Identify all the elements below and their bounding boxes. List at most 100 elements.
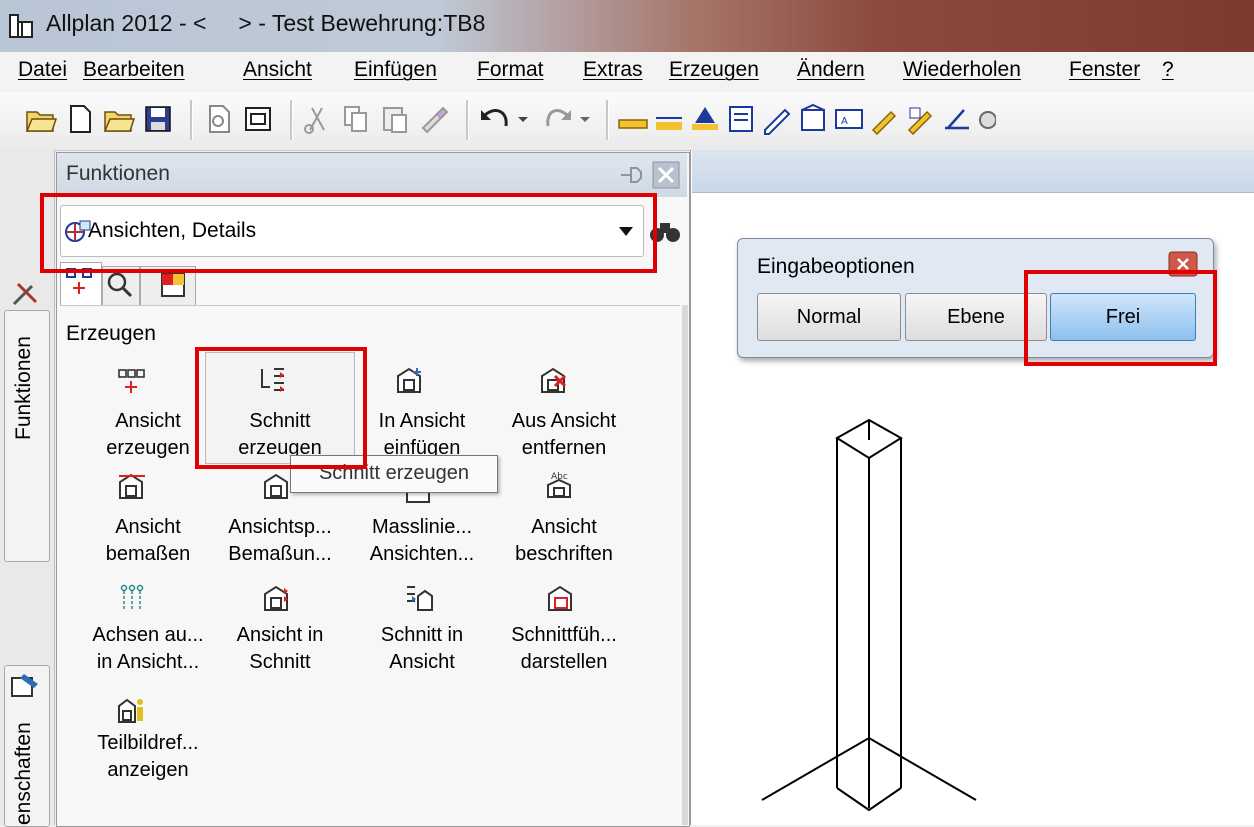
- elevation-icon[interactable]: [688, 102, 722, 136]
- copy-icon[interactable]: [339, 102, 373, 136]
- ansicht-erzeugen-icon: [118, 369, 145, 393]
- symbol-icon[interactable]: [904, 102, 938, 136]
- pin-icon[interactable]: [617, 163, 645, 187]
- redo-icon[interactable]: [540, 102, 596, 136]
- allplan-app-icon: [9, 14, 33, 38]
- menu-bar: Datei Bearbeiten Ansicht Einfügen Format…: [0, 52, 1254, 93]
- format-painter-icon[interactable]: [417, 102, 451, 136]
- tab-eigenschaften-label: enschaften: [12, 722, 35, 825]
- save-icon[interactable]: [141, 102, 175, 136]
- func-label-2: entfernen: [521, 437, 607, 459]
- func-label-2: in Ansicht...: [96, 651, 200, 673]
- func-teilbildreferenz-anzeigen[interactable]: Teilbildref... anzeigen: [78, 730, 218, 784]
- open-project-icon[interactable]: [24, 102, 58, 136]
- tools-icon: [12, 282, 38, 306]
- building-icon[interactable]: [796, 102, 830, 136]
- highlight-schnitt-erzeugen: [195, 347, 367, 469]
- menu-ansicht[interactable]: Ansicht: [243, 58, 312, 82]
- menu-einfuegen[interactable]: Einfügen: [354, 58, 437, 82]
- option-normal-button[interactable]: Normal: [757, 293, 901, 341]
- schnittfuehrung-icon: [548, 585, 572, 611]
- menu-help[interactable]: ?: [1162, 58, 1174, 82]
- func-label-2: Ansichten...: [369, 543, 475, 565]
- menu-bearbeiten[interactable]: Bearbeiten: [83, 58, 185, 82]
- func-ansicht-bemassen[interactable]: Ansicht bemaßen: [78, 514, 218, 568]
- schnitt-in-ansicht-icon: [407, 586, 433, 611]
- func-masslinie-ansichten[interactable]: Masslinie... Ansichten...: [352, 514, 492, 568]
- func-schnittfuehrung-darstellen[interactable]: Schnittfüh... darstellen: [494, 622, 634, 676]
- highlight-frei-button: [1024, 270, 1217, 366]
- achsen-icon: [120, 584, 144, 611]
- close-panel-icon[interactable]: [652, 161, 680, 189]
- func-label-1: Masslinie...: [371, 516, 473, 538]
- func-label-1: Ansicht: [531, 516, 597, 538]
- in-ansicht-einfuegen-icon: [397, 367, 421, 393]
- func-label-1: Schnitt in: [380, 624, 464, 646]
- aus-ansicht-entfernen-icon: [541, 367, 567, 393]
- open-file-icon[interactable]: [102, 102, 136, 136]
- draw-icon[interactable]: [940, 102, 974, 136]
- func-label-1: Teilbildref...: [97, 732, 199, 754]
- highlight-dropdown: [40, 193, 657, 273]
- func-ansicht-in-schnitt[interactable]: Ansicht in Schnitt: [210, 622, 350, 676]
- edit-text-icon[interactable]: [760, 102, 794, 136]
- window-title: Allplan 2012 - < > - Test Bewehrung:TB8: [46, 10, 486, 36]
- cut-icon[interactable]: [300, 102, 334, 136]
- text-pen-icon[interactable]: [868, 102, 902, 136]
- func-ansicht-beschriften[interactable]: Ansicht beschriften: [494, 514, 634, 568]
- ansichtspunkt-bemassung-icon: [264, 473, 288, 499]
- func-aus-ansicht-entfernen[interactable]: Aus Ansicht entfernen: [494, 408, 634, 462]
- new-file-icon[interactable]: [63, 102, 97, 136]
- menu-erzeugen[interactable]: Erzeugen: [669, 58, 759, 82]
- magnifier-icon: [107, 272, 133, 298]
- menu-extras[interactable]: Extras: [583, 58, 643, 82]
- menu-datei[interactable]: Datei: [18, 58, 67, 82]
- properties-icon: [11, 674, 38, 697]
- func-in-ansicht-einfuegen[interactable]: In Ansicht einfügen: [352, 408, 492, 462]
- func-label-1: Aus Ansicht: [511, 410, 617, 432]
- func-label-2: erzeugen: [106, 437, 190, 459]
- func-ansichtspunkt-bemassung[interactable]: Ansichtsp... Bemaßun...: [210, 514, 350, 568]
- func-label-2: anzeigen: [107, 759, 189, 781]
- func-label-1: Ansicht: [115, 410, 181, 432]
- menu-wiederholen[interactable]: Wiederholen: [903, 58, 1021, 82]
- section-title: Erzeugen: [66, 322, 156, 345]
- list-icon[interactable]: [724, 102, 758, 136]
- func-label-2: Ansicht: [389, 651, 455, 673]
- tab-funktionen-label: Funktionen: [12, 336, 35, 440]
- menu-aendern[interactable]: Ändern: [797, 58, 865, 82]
- func-label-2: bemaßen: [105, 543, 191, 565]
- panel-scrollbar[interactable]: [682, 305, 688, 825]
- menu-fenster[interactable]: Fenster: [1069, 58, 1140, 82]
- func-schnitt-in-ansicht[interactable]: Schnitt in Ansicht: [352, 622, 492, 676]
- func-achsen-in-ansicht[interactable]: Achsen au... in Ansicht...: [78, 622, 218, 676]
- ansicht-in-schnitt-icon: [264, 585, 288, 611]
- svg-text:A: A: [841, 116, 848, 127]
- menu-format[interactable]: Format: [477, 58, 544, 82]
- panel-title: Funktionen: [66, 162, 170, 185]
- dialog-title: Eingabeoptionen: [757, 255, 915, 278]
- func-label-1: Ansichtsp...: [228, 516, 332, 538]
- func-label-1: Ansicht: [115, 516, 181, 538]
- func-label-2: beschriften: [515, 543, 613, 565]
- ansicht-beschriften-icon: Abc: [547, 472, 571, 498]
- print-preview-icon[interactable]: [202, 102, 236, 136]
- teilbildreferenz-icon: [118, 698, 143, 723]
- more-icon[interactable]: [976, 102, 996, 136]
- layout-icon[interactable]: [241, 102, 275, 136]
- func-label-2: darstellen: [520, 651, 608, 673]
- func-label-1: In Ansicht: [378, 410, 466, 432]
- paste-icon[interactable]: [378, 102, 412, 136]
- undo-icon[interactable]: [478, 102, 534, 136]
- func-label-1: Ansicht in: [236, 624, 324, 646]
- canvas-header: [692, 150, 1254, 193]
- func-label-1: Achsen au...: [92, 624, 204, 646]
- main-toolbar: A: [0, 92, 1254, 151]
- ansicht-bemassen-icon: [119, 473, 145, 499]
- label-icon[interactable]: A: [832, 102, 866, 136]
- dimension-line-icon[interactable]: [652, 102, 686, 136]
- palette-icon: [161, 273, 185, 297]
- func-label-2: Bemaßun...: [228, 543, 332, 565]
- measure-ruler-icon[interactable]: [616, 102, 650, 136]
- column-drawing: [761, 418, 977, 812]
